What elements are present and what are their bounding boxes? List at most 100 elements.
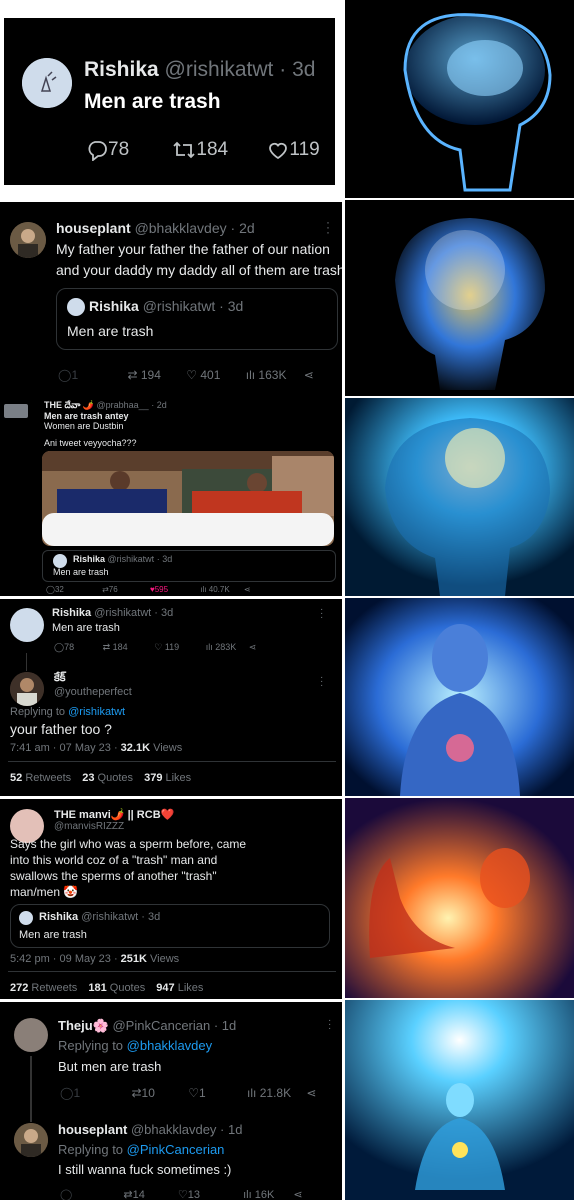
retweet-button[interactable]: ⇄10 [131,1086,154,1100]
more-icon[interactable]: · · · [326,216,330,238]
retweet-count: 194 [140,368,161,382]
more-icon[interactable]: · · · [320,605,323,623]
more-icon[interactable]: · · · [320,673,323,691]
reply-button[interactable]: ◯1 [60,1086,80,1100]
avatar[interactable] [14,1123,48,1157]
author-handle[interactable]: @rishikatwt [94,607,151,619]
replying-to-link[interactable]: @bhakklavdey [127,1038,212,1053]
reply-author-name[interactable]: కేక్ [54,672,65,684]
quotes-stat-count: 23 [82,772,95,784]
quoted-tweet[interactable]: Rishika @rishikatwt · 3d Men are trash [42,550,336,582]
like-button[interactable]: ♥595 [150,585,168,594]
author-name[interactable]: Rishika [52,607,91,619]
replying-to-label: Replying to [58,1142,124,1157]
like-button[interactable]: ♡ 119 [154,642,179,652]
reply-button[interactable]: ◯32 [46,585,64,594]
quoted-time: 3d [227,298,244,314]
avatar[interactable] [10,222,46,258]
share-icon[interactable]: ⋖ [244,585,251,594]
views-icon: ılı [247,1086,257,1100]
views-count: 163K [258,368,287,382]
author-name[interactable]: Theju🌸 [58,1018,109,1033]
author-handle[interactable]: @bhakklavdey [135,220,227,236]
reply-button[interactable]: 78 [86,139,129,161]
tweet-text: Men are trash [84,90,221,113]
replying-to-link[interactable]: @rishikatwt [68,706,125,718]
tweet-time[interactable]: 2d [157,400,167,410]
reply-button[interactable]: ◯ [60,1189,72,1200]
retweet-button[interactable]: ⇄14 [123,1189,144,1200]
quotes-stat-label: Quotes [109,982,146,994]
retweets-stat-label: Retweets [31,982,78,994]
reply-time[interactable]: 1d [228,1122,242,1137]
reply-views-count: 32.1K [120,742,151,754]
avatar[interactable] [4,404,28,418]
quotes-stat[interactable]: 181 Quotes [88,982,145,994]
likes-stat-count: 379 [144,772,163,784]
quoted-author-handle: @rishikatwt [107,554,155,564]
tweet-text-line-1: Men are trash antey [44,411,129,421]
timestamp[interactable]: 5:42 pm · 09 May 23 · [10,953,118,965]
views-button[interactable]: ılı 16K [243,1189,274,1200]
quoted-tweet[interactable]: Rishika @rishikatwt · 3d Men are trash [10,904,330,948]
like-button[interactable]: 119 [267,139,320,160]
author-handle[interactable]: @PinkCancerian [112,1018,210,1033]
tweet-media-image[interactable] [42,451,334,546]
author-name[interactable]: Rishika [84,58,159,81]
avatar[interactable] [14,1018,48,1052]
avatar[interactable] [10,608,44,642]
tweet-card[interactable]: Rishika @rishikatwt · 3d Men are trash 7… [4,18,335,185]
reply-button[interactable]: ◯78 [54,642,74,652]
author-handle[interactable]: @manvisRIZZZ [54,821,124,832]
reply-text: I still wanna fuck sometimes :) [58,1162,232,1177]
reply-author-name[interactable]: houseplant [58,1122,127,1137]
views-button[interactable]: ılı 163K [246,368,287,382]
author-handle[interactable]: @prabhaa__ [97,400,149,410]
retweet-icon: ⇄ [127,368,138,382]
share-icon[interactable]: ⋖ [249,642,257,652]
retweet-button[interactable]: ⇄76 [102,585,118,594]
tweet-time[interactable]: 1d [222,1018,236,1033]
like-button[interactable]: ♡ 401 [186,368,220,382]
tweet-time[interactable]: 3d [292,58,315,81]
author-name[interactable]: THE దేవా 🌶️ [44,400,94,410]
replying-to-link[interactable]: @PinkCancerian [127,1142,225,1157]
views-icon: ılı [200,585,207,594]
heart-icon: ♡ [188,1086,199,1100]
retweet-button[interactable]: ⇄ 184 [103,642,128,652]
retweets-stat[interactable]: 272 Retweets [10,982,77,994]
reply-button[interactable]: ◯1 [58,368,78,382]
avatar[interactable] [10,672,44,706]
avatar[interactable] [22,58,72,108]
share-icon[interactable]: ⋖ [304,368,314,382]
author-handle[interactable]: @rishikatwt [165,58,274,81]
author-name[interactable]: THE manvi🌶️ || RCB❤️ [54,809,174,821]
like-button[interactable]: ♡13 [178,1189,200,1200]
reply-timestamp[interactable]: 7:41 am · 07 May 23 · [10,742,118,754]
retweet-button[interactable]: 184 [172,139,228,160]
brain-image-6 [345,1000,574,1200]
retweet-count: 14 [132,1189,145,1200]
reply-count: 32 [54,585,64,594]
share-icon[interactable]: ⋖ [306,1086,316,1100]
reply-author-handle[interactable]: @youtheperfect [54,686,132,698]
reply-author-handle[interactable]: @bhakklavdey [131,1122,216,1137]
tweet-time[interactable]: 3d [161,607,173,619]
like-button[interactable]: ♡1 [188,1086,205,1100]
likes-stat[interactable]: 379 Likes [144,772,191,784]
views-count: 16K [254,1189,275,1200]
retweets-stat[interactable]: 52 Retweets [10,772,71,784]
more-icon[interactable]: · · · [328,1016,331,1034]
views-button[interactable]: ılı 40.7K [200,585,229,594]
quotes-stat[interactable]: 23 Quotes [82,772,133,784]
tweet-time[interactable]: 2d [239,220,255,236]
quoted-tweet[interactable]: Rishika @rishikatwt · 3d Men are trash [56,288,338,350]
share-icon[interactable]: ⋖ [293,1189,302,1200]
views-button[interactable]: ılı 21.8K [247,1086,291,1100]
tweet-text-line-2: Women are Dustbin [44,421,124,431]
avatar [19,911,33,925]
retweet-button[interactable]: ⇄ 194 [127,368,160,382]
author-name[interactable]: houseplant [56,220,131,236]
views-button[interactable]: ılı 283K [206,642,237,652]
likes-stat[interactable]: 947 Likes [156,982,203,994]
